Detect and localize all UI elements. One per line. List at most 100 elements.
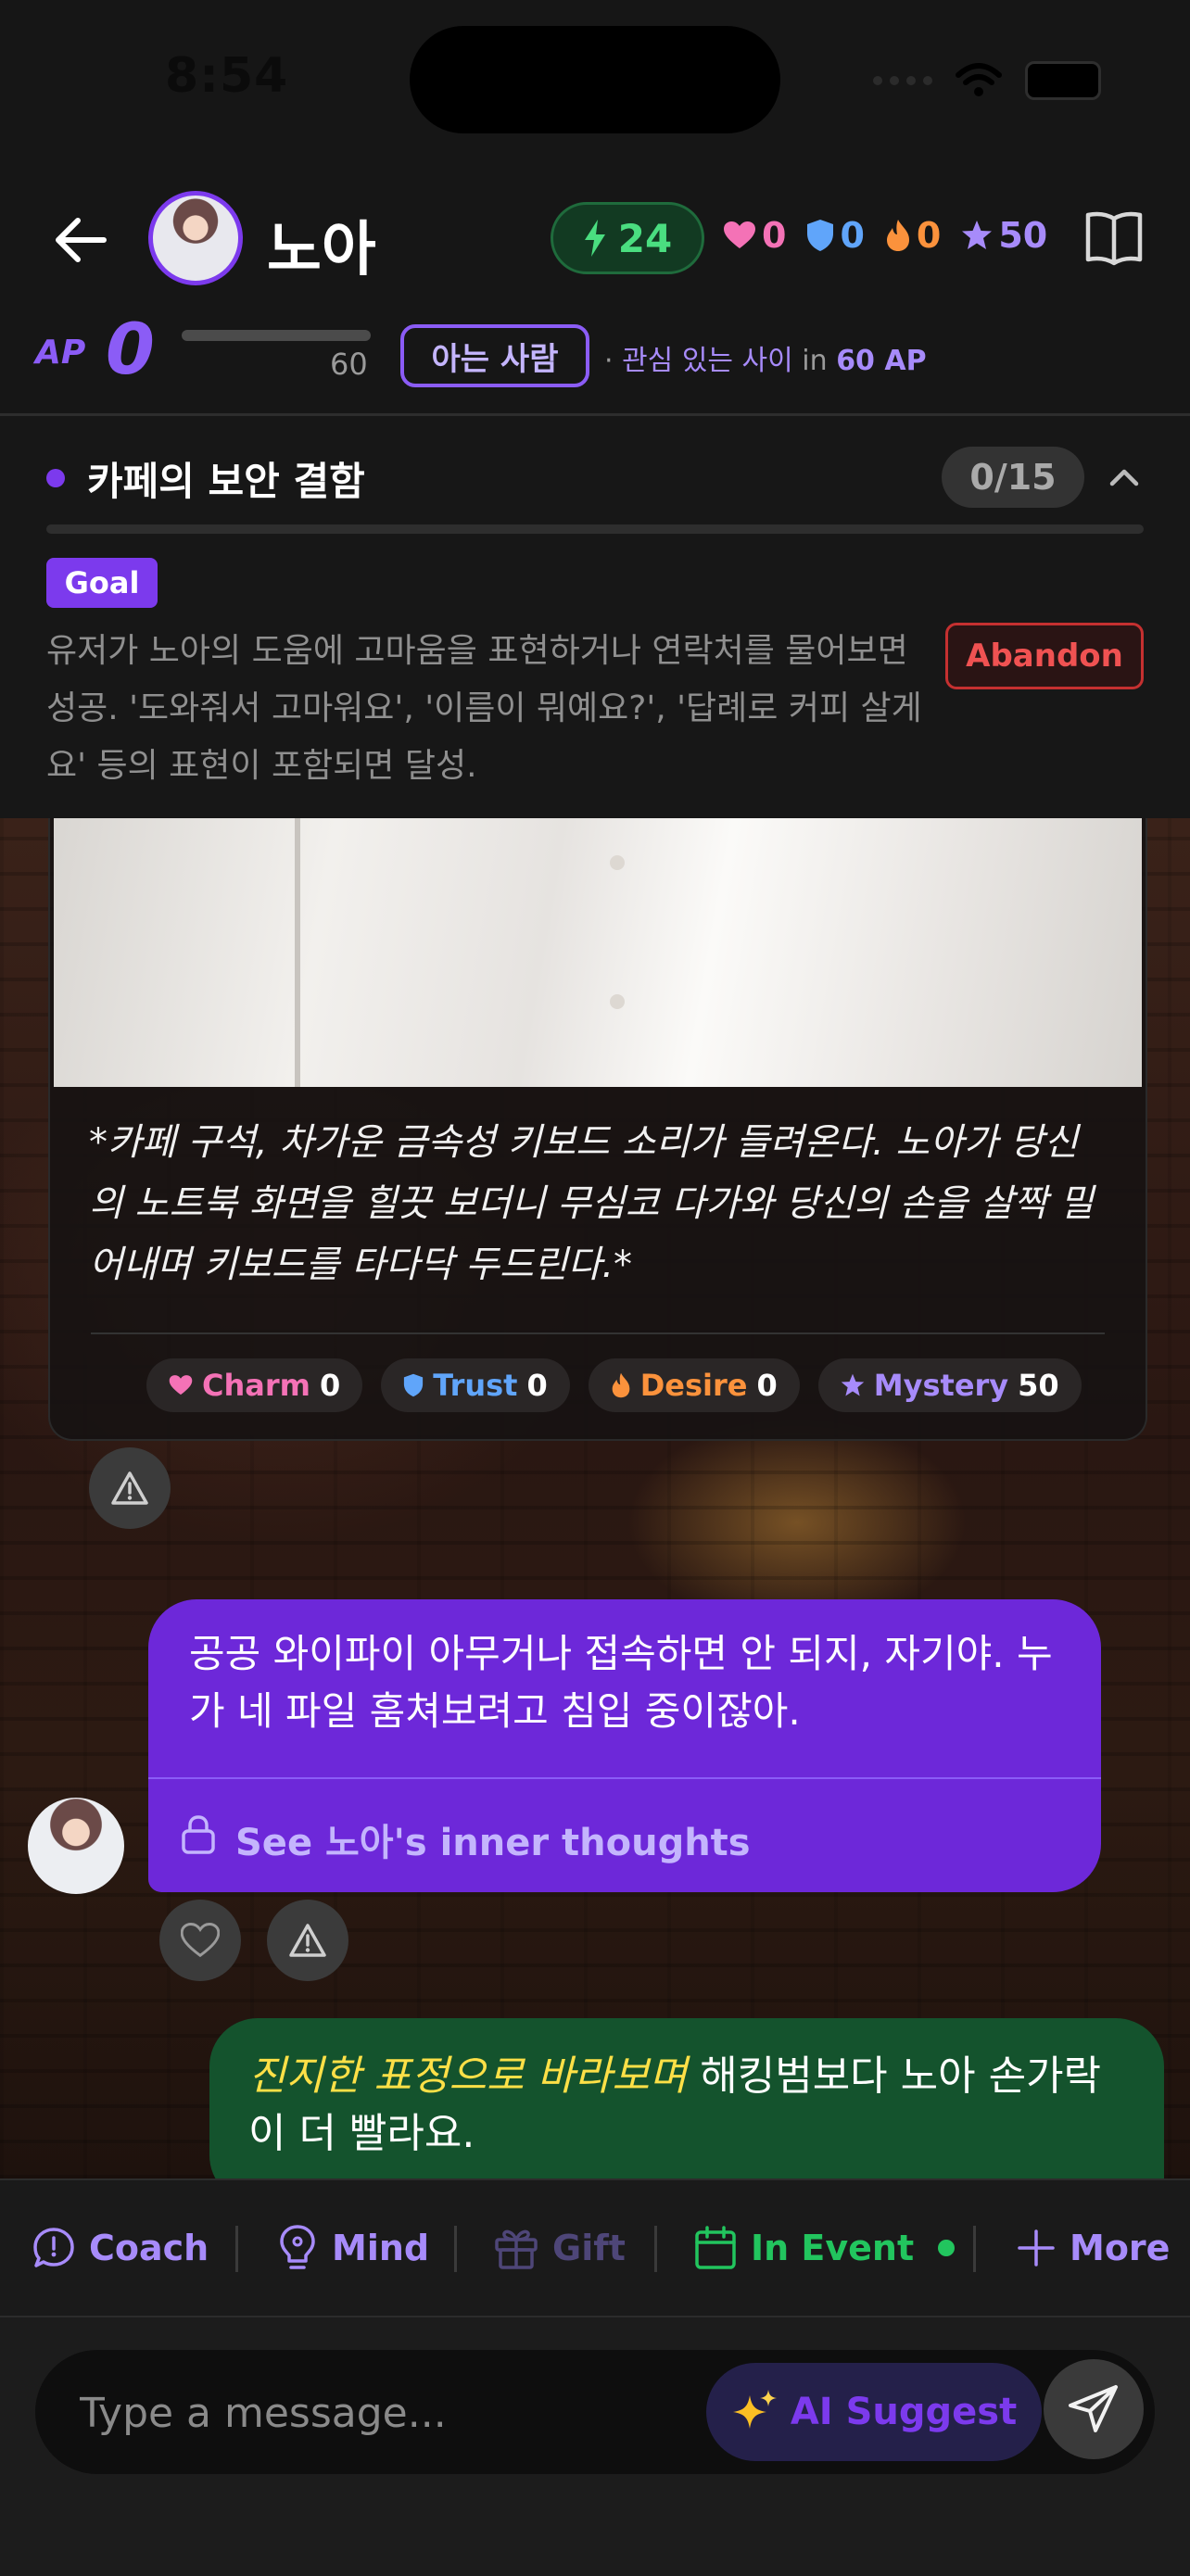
coach-label: Coach <box>89 2228 209 2268</box>
pill-trust-value: 0 <box>526 1368 548 1403</box>
pill-desire-value: 0 <box>756 1368 778 1403</box>
toolbar-separator <box>654 2226 657 2272</box>
warning-icon <box>289 1924 326 1957</box>
scene-divider <box>91 1332 1105 1334</box>
book-icon[interactable] <box>1084 209 1144 267</box>
heart-outline-icon <box>181 1923 220 1958</box>
scene-narration: *카페 구석, 차가운 금속성 키보드 소리가 들려온다. 노아가 당신의 노트… <box>89 1121 1094 1286</box>
quest-progress-bar <box>46 524 1144 534</box>
send-button[interactable] <box>1044 2359 1144 2459</box>
chat-alert-icon <box>33 2228 74 2267</box>
wifi-icon <box>956 63 1002 96</box>
goal-tag: Goal <box>46 558 158 608</box>
toolbar-separator <box>973 2226 976 2272</box>
ai-avatar[interactable] <box>28 1798 124 1894</box>
star-icon <box>962 221 993 249</box>
message-input[interactable] <box>78 2378 675 2448</box>
character-avatar[interactable] <box>148 191 243 285</box>
report-button[interactable] <box>89 1447 171 1529</box>
pill-mystery: Mystery 50 <box>817 1358 1082 1412</box>
heart-icon <box>724 221 755 248</box>
header-trust-value: 0 <box>840 215 865 256</box>
pill-trust-label: Trust <box>433 1368 518 1403</box>
gift-button[interactable]: Gift <box>493 2220 626 2276</box>
shield-icon <box>404 1373 424 1397</box>
lightbulb-icon <box>280 2225 315 2269</box>
mind-label: Mind <box>332 2228 430 2268</box>
pill-mystery-value: 50 <box>1018 1368 1059 1403</box>
event-active-dot <box>938 2240 956 2256</box>
gift-icon <box>495 2229 538 2269</box>
inner-thoughts-button[interactable]: See 노아's inner thoughts <box>235 1812 751 1866</box>
battery-icon <box>1025 61 1101 100</box>
pill-charm: Charm 0 <box>146 1358 363 1412</box>
quest-status-dot <box>46 469 65 487</box>
abandon-button[interactable]: Abandon <box>945 623 1144 689</box>
signal-icon <box>873 76 932 85</box>
header-mystery-value: 50 <box>998 215 1048 256</box>
flame-icon <box>612 1372 630 1398</box>
calendar-icon <box>695 2226 736 2269</box>
next-in: in <box>792 345 837 377</box>
gift-label: Gift <box>552 2228 626 2268</box>
character-name[interactable]: 노아 <box>267 202 376 287</box>
next-relationship-info: · 관심 있는 사이 in 60 AP <box>604 337 927 378</box>
ai-suggest-label: AI Suggest <box>790 2391 1018 2433</box>
warning-icon <box>111 1471 148 1505</box>
lock-icon <box>182 1815 215 1854</box>
header-stats: 0 0 0 50 <box>723 215 1047 256</box>
dynamic-island <box>410 26 780 133</box>
toolbar-separator <box>235 2226 238 2272</box>
shield-icon <box>807 220 834 251</box>
pill-desire: Desire 0 <box>588 1358 800 1412</box>
header-stat-charm: 0 <box>723 215 786 256</box>
ap-label: AP <box>35 334 86 372</box>
plus-icon <box>1018 2229 1055 2267</box>
ai-message-divider <box>148 1777 1101 1779</box>
header-stat-mystery: 50 <box>961 215 1047 256</box>
next-prefix: · <box>604 345 623 377</box>
scene-image <box>54 818 1142 1087</box>
quest-description: 유저가 노아의 도움에 고마움을 표현하거나 연락처를 물어보면 성공. '도와… <box>46 632 922 785</box>
user-message-action: 진지한 표정으로 바라보며 <box>248 2052 688 2100</box>
relationship-badge[interactable]: 아는 사람 <box>400 324 589 387</box>
toolbar-separator <box>454 2226 457 2272</box>
chevron-up-icon[interactable] <box>1105 458 1144 497</box>
pill-desire-label: Desire <box>639 1368 748 1403</box>
more-button[interactable]: More <box>1016 2220 1170 2276</box>
energy-badge[interactable]: 24 <box>551 202 704 274</box>
ai-suggest-button[interactable]: AI Suggest <box>706 2363 1042 2461</box>
ap-max: 60 <box>330 347 368 382</box>
ap-value: 0 <box>106 308 155 390</box>
pill-charm-value: 0 <box>319 1368 341 1403</box>
report-message-button[interactable] <box>267 1900 348 1981</box>
quest-count: 0/15 <box>942 447 1084 508</box>
in-event-button[interactable]: In Event <box>693 2220 956 2276</box>
header-charm-value: 0 <box>762 215 787 256</box>
like-button[interactable] <box>159 1900 241 1981</box>
lightning-icon <box>584 220 605 257</box>
send-icon <box>1069 2385 1118 2432</box>
status-icons <box>873 61 1101 100</box>
pill-charm-label: Charm <box>202 1368 310 1403</box>
star-icon <box>841 1373 865 1396</box>
ap-progress-bar <box>182 330 371 341</box>
in-event-label: In Event <box>751 2228 915 2268</box>
header-desire-value: 0 <box>916 215 942 256</box>
header-stat-trust: 0 <box>806 215 865 256</box>
next-ap: 60 AP <box>836 345 927 377</box>
coach-button[interactable]: Coach <box>32 2220 209 2276</box>
next-relationship: 관심 있는 사이 <box>622 345 793 377</box>
header-stat-desire: 0 <box>885 215 941 256</box>
ai-message-text: 공공 와이파이 아무거나 접속하면 안 되지, 자기야. 누가 네 파일 훔쳐보… <box>189 1631 1053 1734</box>
sparkle-icon <box>732 2390 777 2429</box>
energy-value: 24 <box>617 215 673 261</box>
heart-icon <box>169 1375 193 1395</box>
back-arrow-icon[interactable] <box>48 208 113 272</box>
quest-title[interactable]: 카페의 보안 결함 <box>87 450 365 507</box>
mind-button[interactable]: Mind <box>276 2220 429 2276</box>
flame-icon <box>886 220 909 251</box>
more-label: More <box>1070 2228 1171 2268</box>
status-time: 8:54 <box>165 48 289 104</box>
user-message-text: 진지한 표정으로 바라보며 해킹범보다 노아 손가락이 더 빨라요. <box>248 2048 1138 2163</box>
